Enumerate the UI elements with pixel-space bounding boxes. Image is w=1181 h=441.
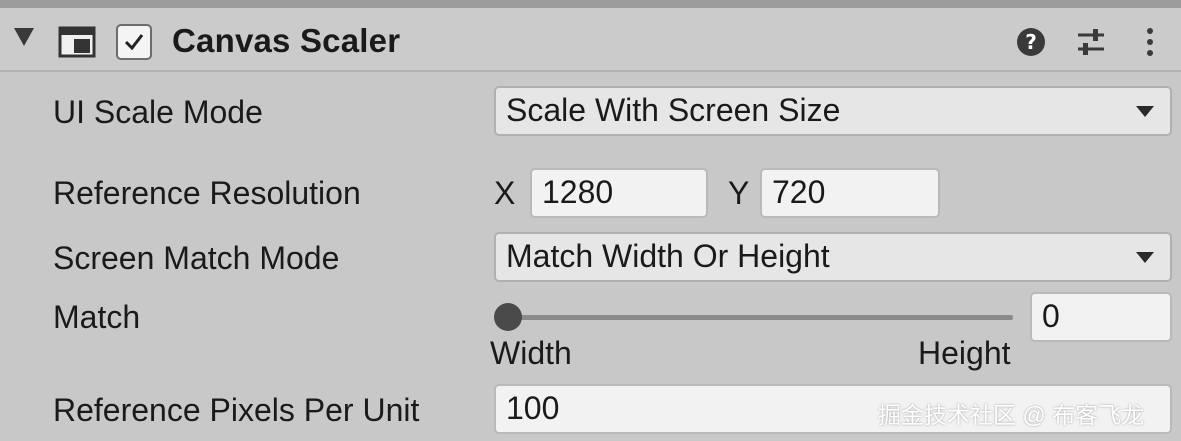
canvas-scaler-icon: [58, 26, 96, 58]
screen-match-mode-label: Screen Match Mode: [53, 240, 340, 276]
reference-resolution-y-value: 720: [772, 174, 826, 210]
component-title: Canvas Scaler: [172, 22, 401, 59]
ui-scale-mode-dropdown[interactable]: Scale With Screen Size: [494, 86, 1172, 136]
reference-pixels-per-unit-value: 100: [506, 390, 560, 426]
reference-pixels-per-unit-label: Reference Pixels Per Unit: [53, 392, 420, 428]
match-height-label: Height: [918, 335, 1011, 371]
screen-match-mode-value: Match Width Or Height: [506, 238, 830, 274]
more-menu-icon[interactable]: [1132, 24, 1168, 60]
foldout-arrow-icon[interactable]: [14, 28, 34, 46]
component-header[interactable]: Canvas Scaler ?: [0, 8, 1181, 72]
reference-resolution-y-field[interactable]: 720: [760, 168, 940, 218]
match-slider-track[interactable]: [508, 315, 1013, 320]
match-width-label: Width: [490, 335, 572, 371]
y-axis-label: Y: [728, 175, 750, 211]
reference-resolution-x-field[interactable]: 1280: [530, 168, 708, 218]
reference-resolution-x-value: 1280: [542, 174, 614, 210]
match-value-field[interactable]: 0: [1030, 292, 1172, 342]
reference-resolution-label: Reference Resolution: [53, 175, 361, 211]
help-icon[interactable]: ?: [1013, 24, 1049, 60]
screen-match-mode-dropdown[interactable]: Match Width Or Height: [494, 232, 1172, 282]
x-axis-label: X: [494, 175, 516, 211]
preset-icon[interactable]: [1073, 24, 1109, 60]
match-value: 0: [1042, 298, 1060, 334]
match-label: Match: [53, 299, 141, 335]
ui-scale-mode-value: Scale With Screen Size: [506, 92, 841, 128]
watermark: 掘金技术社区 @ 布客飞龙: [878, 402, 1145, 428]
svg-text:?: ?: [1025, 30, 1037, 54]
chevron-down-icon: [1136, 252, 1154, 263]
ui-scale-mode-label: UI Scale Mode: [53, 94, 263, 130]
match-slider-thumb[interactable]: [494, 303, 522, 331]
enabled-checkbox[interactable]: [116, 24, 152, 60]
top-border: [0, 0, 1181, 8]
checkmark-icon: [124, 34, 144, 51]
chevron-down-icon: [1136, 106, 1154, 117]
